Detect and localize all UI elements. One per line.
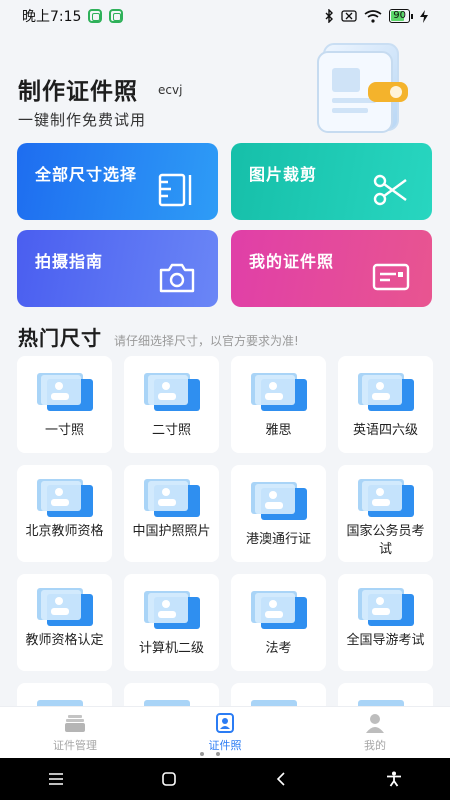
size-name: 法考 <box>265 641 292 656</box>
id-document-icon <box>251 482 307 520</box>
size-name: 计算机二级 <box>138 641 204 656</box>
section-title: 热门尺寸 <box>18 326 102 350</box>
tab-label: 我的 <box>364 739 386 752</box>
size-card[interactable]: 北京教师资格 <box>17 465 112 562</box>
popular-sizes-header: 热门尺寸 请仔细选择尺寸，以官方要求为准! <box>18 322 299 351</box>
notification-app-icon <box>88 9 103 23</box>
size-card[interactable]: 一寸照 <box>17 356 112 453</box>
section-hint: 请仔细选择尺寸，以官方要求为准! <box>114 334 299 348</box>
size-card[interactable]: 国家公务员考试 <box>338 465 433 562</box>
system-nav-bar <box>0 758 450 800</box>
accessibility-icon <box>386 771 401 787</box>
tab-label: 证件管理 <box>53 739 97 752</box>
back-nav-button[interactable] <box>261 764 301 794</box>
tab-mine[interactable]: 我的 <box>300 707 450 758</box>
size-name: 中国护照照片 <box>132 524 211 539</box>
header: 制作证件照 ecvj 一键制作免费试用 <box>0 32 450 142</box>
id-photo-icon <box>216 713 234 733</box>
id-document-icon <box>251 591 307 629</box>
size-name: 英语四六级 <box>352 423 418 438</box>
size-card[interactable]: 法考 <box>231 574 326 671</box>
menu-icon <box>49 773 64 785</box>
id-document-icon <box>358 479 414 517</box>
size-name: 二寸照 <box>151 423 191 438</box>
size-card[interactable]: 港澳通行证 <box>231 465 326 562</box>
feature-label: 拍摄指南 <box>35 252 104 271</box>
size-name: 港澳通行证 <box>245 532 311 547</box>
tab-label: 证件照 <box>208 739 242 752</box>
feature-grid: 全部尺寸选择 图片裁剪 拍摄指南 我的证件照 <box>17 143 433 307</box>
no-sim-icon <box>341 10 357 22</box>
home-nav-button[interactable] <box>149 764 189 794</box>
menu-nav-button[interactable] <box>36 764 76 794</box>
id-document-icon <box>144 373 200 411</box>
app-title: 制作证件照 <box>18 79 138 105</box>
camera-icon <box>159 263 195 293</box>
size-name: 北京教师资格 <box>25 524 104 539</box>
size-card[interactable]: 中国护照照片 <box>124 465 219 562</box>
all-sizes-button[interactable]: 全部尺寸选择 <box>17 143 218 220</box>
id-document-icon <box>358 373 414 411</box>
accessibility-nav-button[interactable] <box>374 764 414 794</box>
feature-label: 图片裁剪 <box>249 165 318 184</box>
home-square-icon <box>161 772 176 786</box>
app-subtitle: 一键制作免费试用 <box>18 111 147 129</box>
id-document-icon <box>144 591 200 629</box>
size-card[interactable]: 二寸照 <box>124 356 219 453</box>
popular-sizes-grid: 一寸照 二寸照 雅思 英语四六级 北京教师资格 中国护照照片 港澳通行证 国家公… <box>17 356 433 713</box>
wallet-illustration <box>317 43 408 133</box>
id-document-icon <box>251 373 307 411</box>
ruler-icon <box>158 173 192 207</box>
id-document-icon <box>37 588 93 626</box>
size-card[interactable]: 教师资格认定 <box>17 574 112 671</box>
user-icon <box>366 714 384 733</box>
folder-stack-icon <box>65 715 85 732</box>
feature-label: 全部尺寸选择 <box>35 165 138 184</box>
id-document-icon <box>358 588 414 626</box>
size-card[interactable]: 全国导游考试 <box>338 574 433 671</box>
tab-id-photo[interactable]: 证件照 <box>150 707 300 758</box>
id-card-icon <box>372 263 410 291</box>
size-card[interactable]: 计算机二级 <box>124 574 219 671</box>
image-crop-button[interactable]: 图片裁剪 <box>231 143 432 220</box>
size-name: 教师资格认定 <box>25 633 104 648</box>
app-code: ecvj <box>158 83 183 97</box>
notification-app-icon <box>109 9 124 23</box>
battery-level: 90 <box>389 9 410 23</box>
bottom-tab-bar: 证件管理 证件照 我的 <box>0 706 450 758</box>
shooting-guide-button[interactable]: 拍摄指南 <box>17 230 218 307</box>
size-name: 一寸照 <box>44 423 84 438</box>
size-card[interactable]: 雅思 <box>231 356 326 453</box>
scissors-icon <box>373 174 407 206</box>
wifi-icon <box>364 9 382 23</box>
status-time: 晚上7:15 <box>22 9 82 25</box>
id-document-icon <box>37 373 93 411</box>
id-document-icon <box>37 479 93 517</box>
charging-icon <box>420 9 428 23</box>
battery-indicator: 90 <box>389 9 413 23</box>
size-name: 雅思 <box>265 423 292 438</box>
feature-label: 我的证件照 <box>249 252 335 271</box>
id-document-icon <box>144 479 200 517</box>
size-card[interactable]: 英语四六级 <box>338 356 433 453</box>
page-indicator <box>200 752 220 756</box>
bluetooth-icon <box>325 9 334 23</box>
tab-id-management[interactable]: 证件管理 <box>0 707 150 758</box>
back-chevron-icon <box>277 772 285 786</box>
size-name: 全国导游考试 <box>346 633 425 648</box>
size-name: 国家公务员考试 <box>346 524 425 557</box>
my-id-photos-button[interactable]: 我的证件照 <box>231 230 432 307</box>
